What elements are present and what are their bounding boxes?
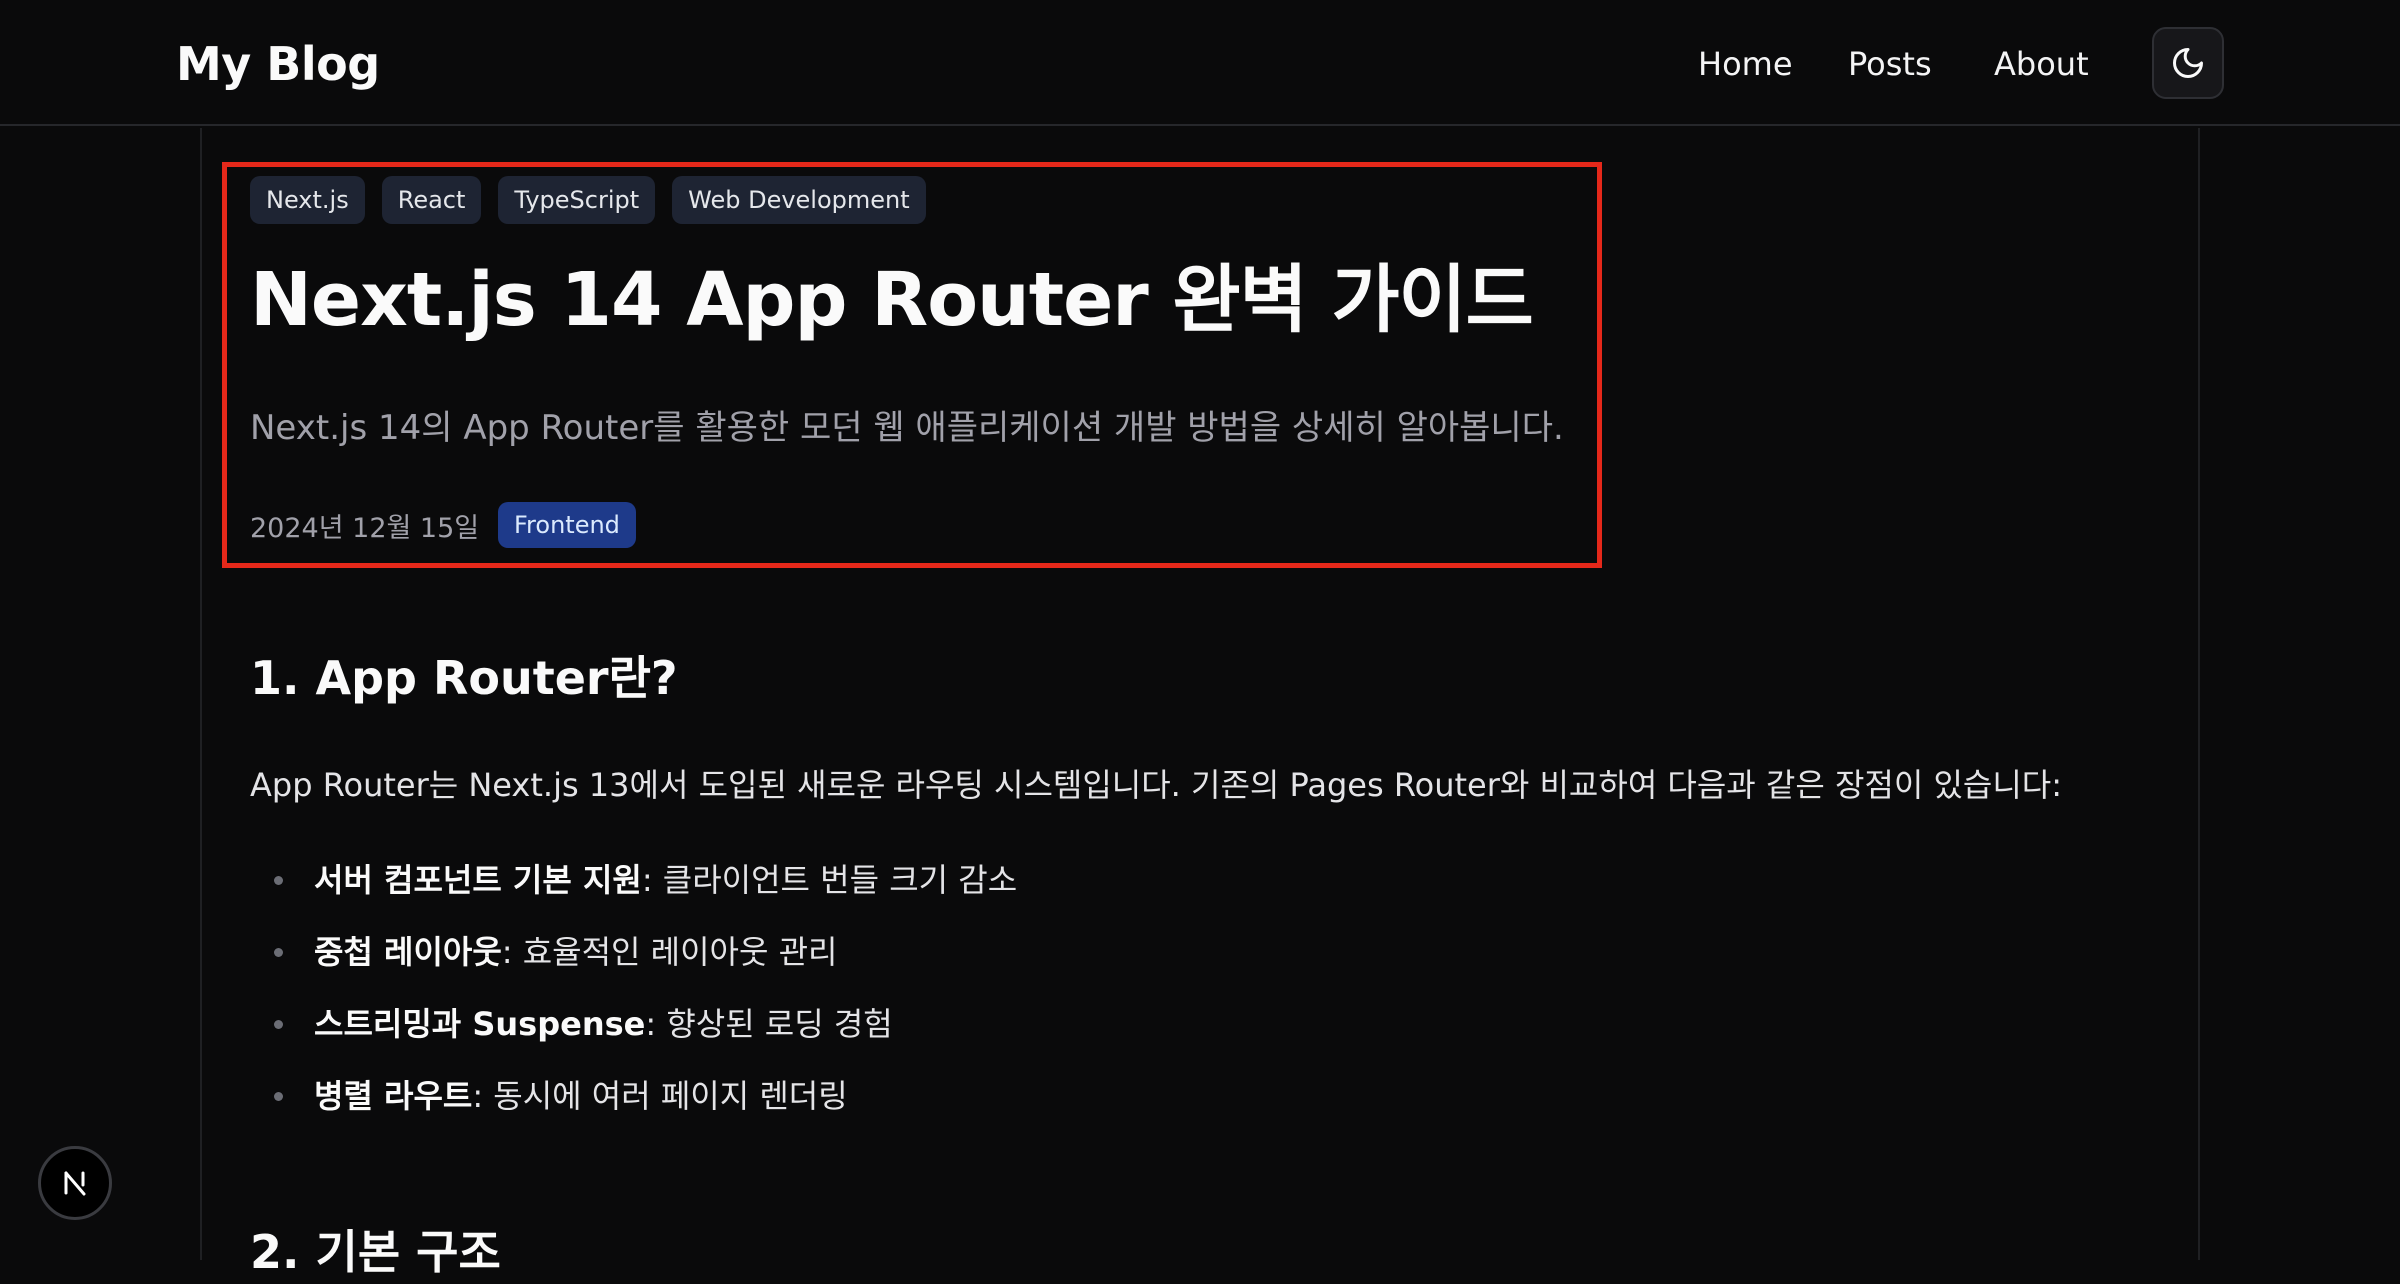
section-heading: 1. App Router란? bbox=[250, 651, 678, 705]
bullet-icon bbox=[274, 1092, 283, 1101]
article-date: 2024년 12월 15일 bbox=[250, 513, 480, 544]
theme-toggle-button[interactable] bbox=[2152, 27, 2224, 99]
nav-link-posts[interactable]: Posts bbox=[1848, 42, 1932, 86]
bullet-icon bbox=[274, 876, 283, 885]
bullet-icon bbox=[274, 1020, 283, 1029]
bullet-icon bbox=[274, 948, 283, 957]
article-subtitle: Next.js 14의 App Router를 활용한 모던 웹 애플리케이션 … bbox=[250, 408, 1564, 448]
tag-list: Next.js React TypeScript Web Development bbox=[250, 176, 926, 224]
feature-term: 스트리밍과 Suspense bbox=[314, 1005, 646, 1043]
tag-badge[interactable]: React bbox=[381, 176, 482, 224]
section-paragraph: App Router는 Next.js 13에서 도입된 새로운 라우팅 시스템… bbox=[250, 766, 2063, 804]
tag-badge[interactable]: Next.js bbox=[250, 176, 365, 224]
moon-icon bbox=[2173, 48, 2203, 78]
feature-desc: : 효율적인 레이아웃 관리 bbox=[501, 933, 838, 971]
list-item: 병렬 라우트: 동시에 여러 페이지 렌더링 bbox=[250, 1073, 1017, 1145]
site-header: My Blog Home Posts About bbox=[0, 0, 2400, 126]
feature-desc: : 동시에 여러 페이지 렌더링 bbox=[472, 1077, 848, 1115]
nextjs-logo-icon bbox=[64, 1171, 86, 1196]
feature-term: 서버 컴포넌트 기본 지원 bbox=[314, 861, 642, 899]
feature-term: 병렬 라우트 bbox=[314, 1077, 473, 1115]
category-badge[interactable]: Frontend bbox=[498, 502, 636, 548]
tag-badge[interactable]: Web Development bbox=[672, 176, 926, 224]
feature-desc: : 클라이언트 번들 크기 감소 bbox=[641, 861, 1018, 899]
article-title: Next.js 14 App Router 완벽 가이드 bbox=[250, 257, 1534, 343]
site-brand[interactable]: My Blog bbox=[176, 34, 380, 94]
nav-link-about[interactable]: About bbox=[1994, 42, 2089, 86]
list-item: 중첩 레이아웃: 효율적인 레이아웃 관리 bbox=[250, 929, 1017, 1001]
nav-link-home[interactable]: Home bbox=[1698, 42, 1793, 86]
feature-term: 중첩 레이아웃 bbox=[314, 933, 502, 971]
section-heading: 2. 기본 구조 bbox=[250, 1225, 501, 1279]
list-item: 스트리밍과 Suspense: 향상된 로딩 경험 bbox=[250, 1001, 1017, 1073]
feature-list: 서버 컴포넌트 기본 지원: 클라이언트 번들 크기 감소 중첩 레이아웃: 효… bbox=[250, 857, 1017, 1145]
tag-badge[interactable]: TypeScript bbox=[498, 176, 656, 224]
nextjs-dev-badge[interactable] bbox=[38, 1146, 112, 1220]
feature-desc: : 향상된 로딩 경험 bbox=[645, 1005, 893, 1043]
list-item: 서버 컴포넌트 기본 지원: 클라이언트 번들 크기 감소 bbox=[250, 857, 1017, 929]
